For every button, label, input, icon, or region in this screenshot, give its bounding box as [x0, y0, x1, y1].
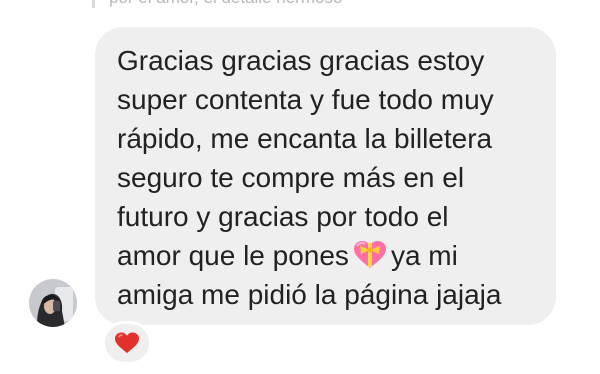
sender-avatar[interactable] — [29, 279, 77, 327]
message-line-with-emoji: amor que le pones ya mi — [117, 236, 538, 275]
avatar-photo — [29, 279, 77, 327]
message-line: seguro te compre más en el — [117, 162, 465, 193]
message-line: super contenta y fue todo muy — [117, 84, 494, 115]
message-line: amiga me pidió la página jajaja — [117, 279, 502, 310]
message-line: rápido, me encanta la billetera — [117, 123, 493, 154]
message-line-text: ya mi — [390, 240, 458, 271]
message-bubble[interactable]: Gracias gracias gracias estoy super cont… — [95, 27, 556, 325]
message-line: futuro y gracias por todo el — [117, 201, 449, 232]
message-line: Gracias gracias gracias estoy — [117, 45, 485, 76]
message-line-text: amor que le pones — [117, 240, 349, 271]
quoted-message-fragment: por el amor, el detalle hermoso — [92, 0, 342, 8]
reaction-badge[interactable] — [102, 321, 152, 365]
gift-heart-icon — [353, 240, 387, 268]
red-heart-icon — [115, 332, 139, 353]
